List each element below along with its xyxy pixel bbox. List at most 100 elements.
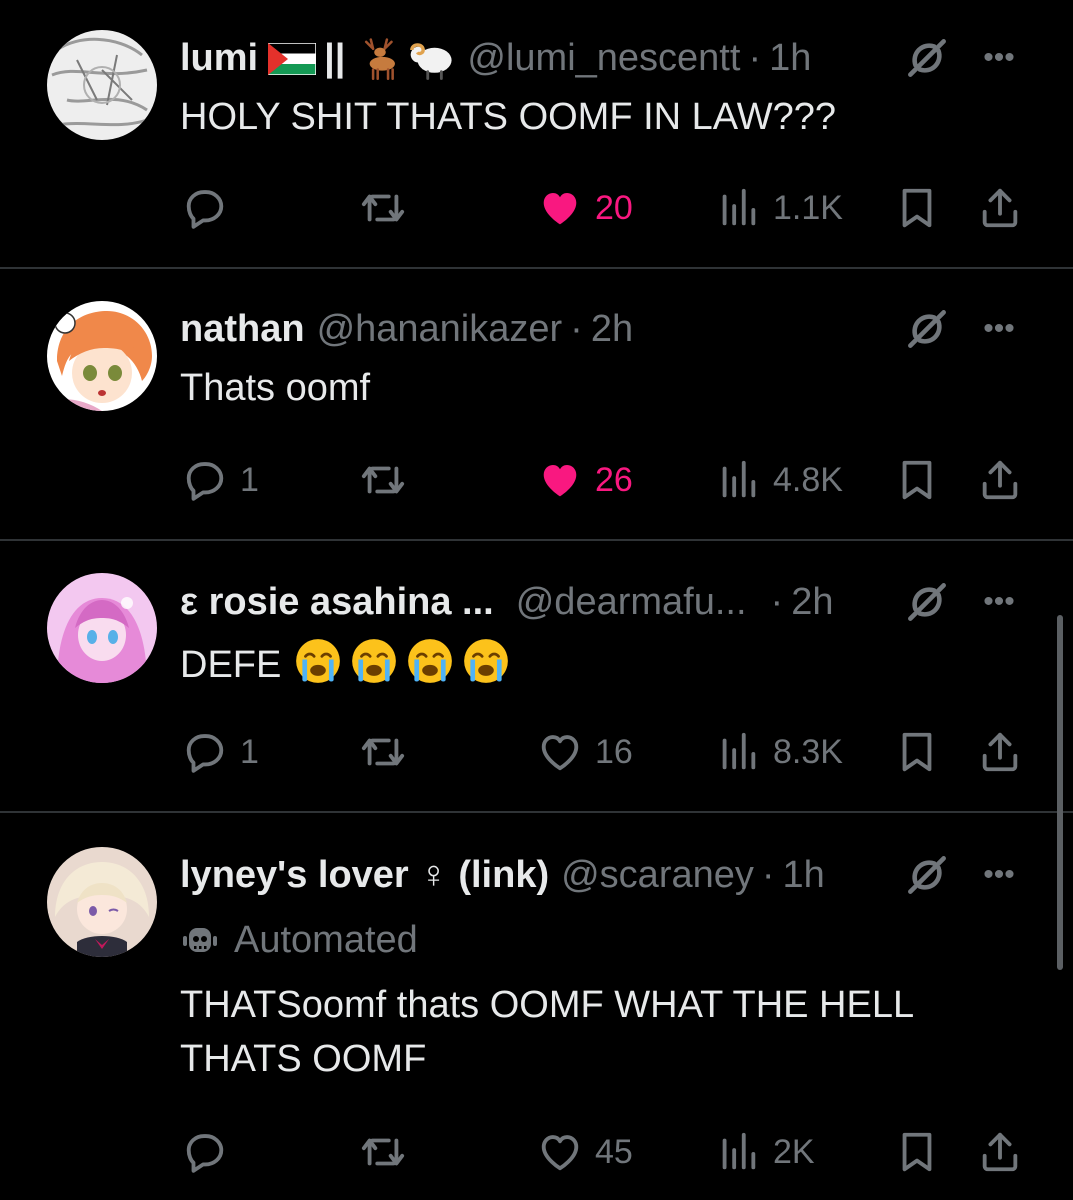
display-name[interactable]: ε rosie asahina ... — [180, 581, 494, 624]
grok-icon[interactable] — [902, 577, 952, 627]
heart-icon — [537, 457, 583, 503]
display-name[interactable]: lumi — [180, 37, 258, 80]
share-button[interactable] — [977, 724, 1023, 780]
deer-emoji-icon — [357, 35, 403, 81]
palestine-flag-icon — [267, 42, 317, 76]
user-handle[interactable]: @scaraney — [561, 854, 754, 897]
heart-icon — [537, 185, 583, 231]
views-button[interactable]: 1.1K — [715, 180, 843, 236]
tweet[interactable]: ε rosie asahina ... @dearmafu... · 2h ••… — [0, 542, 1073, 812]
view-count: 8.3K — [773, 732, 843, 771]
crying-emoji-icon — [349, 636, 399, 686]
tweet-header: ε rosie asahina ... @dearmafu... · 2h — [180, 577, 1013, 627]
more-icon[interactable]: ••• — [975, 33, 1023, 83]
reply-icon — [182, 457, 228, 503]
bookmark-button[interactable] — [894, 724, 940, 780]
reply-button[interactable] — [182, 180, 240, 236]
scrollbar[interactable] — [1057, 615, 1063, 970]
retweet-icon — [360, 729, 406, 775]
tweet-text-line: THATS OOMF — [180, 1038, 427, 1080]
timestamp[interactable]: 1h — [769, 37, 811, 80]
user-handle[interactable]: @hananikazer — [317, 308, 563, 351]
share-button[interactable] — [977, 180, 1023, 236]
action-bar: 20 1.1K — [0, 180, 1073, 236]
crying-emoji-icon — [293, 636, 343, 686]
heart-icon — [537, 729, 583, 775]
automated-text: Automated — [234, 918, 418, 961]
share-button[interactable] — [977, 1124, 1023, 1180]
reply-icon — [182, 1129, 228, 1175]
share-button[interactable] — [977, 452, 1023, 508]
bookmark-button[interactable] — [894, 180, 940, 236]
views-button[interactable]: 4.8K — [715, 452, 843, 508]
tweet-text: DEFE — [180, 636, 993, 692]
tweet-header: lyney's lover ♀ (link) @scaraney · 1h — [180, 850, 1013, 900]
like-button[interactable]: 45 — [537, 1124, 633, 1180]
retweet-button[interactable] — [360, 180, 406, 236]
views-button[interactable]: 8.3K — [715, 724, 843, 780]
tweet[interactable]: lyney's lover ♀ (link) @scaraney · 1h ••… — [0, 814, 1073, 1200]
more-icon[interactable]: ••• — [975, 850, 1023, 900]
action-bar: 1 26 4.8K — [0, 452, 1073, 508]
tweet[interactable]: lumi || @lumi_nescentt · 1h ••• HOLY SHI… — [0, 0, 1073, 268]
bookmark-button[interactable] — [894, 452, 940, 508]
user-handle[interactable]: @dearmafu... — [516, 581, 747, 624]
share-icon — [977, 457, 1023, 503]
views-button[interactable]: 2K — [715, 1124, 815, 1180]
bookmark-icon — [894, 457, 940, 503]
like-count: 20 — [595, 188, 633, 227]
user-handle[interactable]: @lumi_nescentt — [467, 37, 740, 80]
bookmark-icon — [894, 185, 940, 231]
avatar[interactable] — [47, 30, 157, 140]
separator-dot: · — [748, 36, 762, 79]
retweet-button[interactable] — [360, 1124, 406, 1180]
views-icon — [715, 1129, 761, 1175]
automated-label: Automated — [180, 915, 418, 965]
retweet-button[interactable] — [360, 452, 406, 508]
reply-button[interactable]: 1 — [182, 452, 259, 508]
tweet-text-line: THATSoomf thats OOMF WHAT THE HELL — [180, 984, 915, 1026]
divider — [0, 539, 1073, 541]
timestamp[interactable]: 2h — [791, 581, 833, 624]
more-icon[interactable]: ••• — [975, 577, 1023, 627]
reply-count: 1 — [240, 460, 259, 499]
display-name[interactable]: lyney's lover ♀ (link) — [180, 854, 549, 897]
tweet-header: nathan @hananikazer · 2h — [180, 304, 1013, 354]
reply-button[interactable]: 1 — [182, 724, 259, 780]
grok-icon[interactable] — [902, 33, 952, 83]
separator-dot: · — [761, 853, 775, 896]
share-icon — [977, 185, 1023, 231]
grok-icon[interactable] — [902, 850, 952, 900]
like-count: 16 — [595, 732, 633, 771]
bookmark-button[interactable] — [894, 1124, 940, 1180]
avatar[interactable] — [47, 573, 157, 683]
grok-icon[interactable] — [902, 304, 952, 354]
divider — [0, 811, 1073, 813]
more-icon[interactable]: ••• — [975, 304, 1023, 354]
like-button[interactable]: 16 — [537, 724, 633, 780]
retweet-icon — [360, 185, 406, 231]
tweet-header: lumi || @lumi_nescentt · 1h — [180, 33, 1013, 83]
reply-icon — [182, 185, 228, 231]
tweet-text: THATSoomf thats OOMF WHAT THE HELL THATS… — [180, 978, 993, 1086]
bookmark-icon — [894, 1129, 940, 1175]
tweet-text-content: DEFE — [180, 644, 282, 686]
separator-dot: · — [570, 307, 583, 350]
avatar[interactable] — [47, 301, 157, 411]
timestamp[interactable]: 1h — [783, 854, 825, 897]
tweet[interactable]: nathan @hananikazer · 2h ••• Thats oomf … — [0, 270, 1073, 540]
tweet-text: HOLY SHIT THATS OOMF IN LAW??? — [180, 96, 837, 138]
avatar[interactable] — [47, 847, 157, 957]
reply-count: 1 — [240, 732, 259, 771]
like-button[interactable]: 20 — [537, 180, 633, 236]
retweet-button[interactable] — [360, 724, 406, 780]
like-button[interactable]: 26 — [537, 452, 633, 508]
display-name[interactable]: nathan — [180, 308, 305, 351]
name-separator: || — [324, 36, 346, 79]
reply-button[interactable] — [182, 1124, 240, 1180]
ram-emoji-icon — [405, 35, 455, 81]
heart-icon — [537, 1129, 583, 1175]
view-count: 1.1K — [773, 188, 843, 227]
like-count: 45 — [595, 1132, 633, 1171]
timestamp[interactable]: 2h — [591, 308, 633, 351]
